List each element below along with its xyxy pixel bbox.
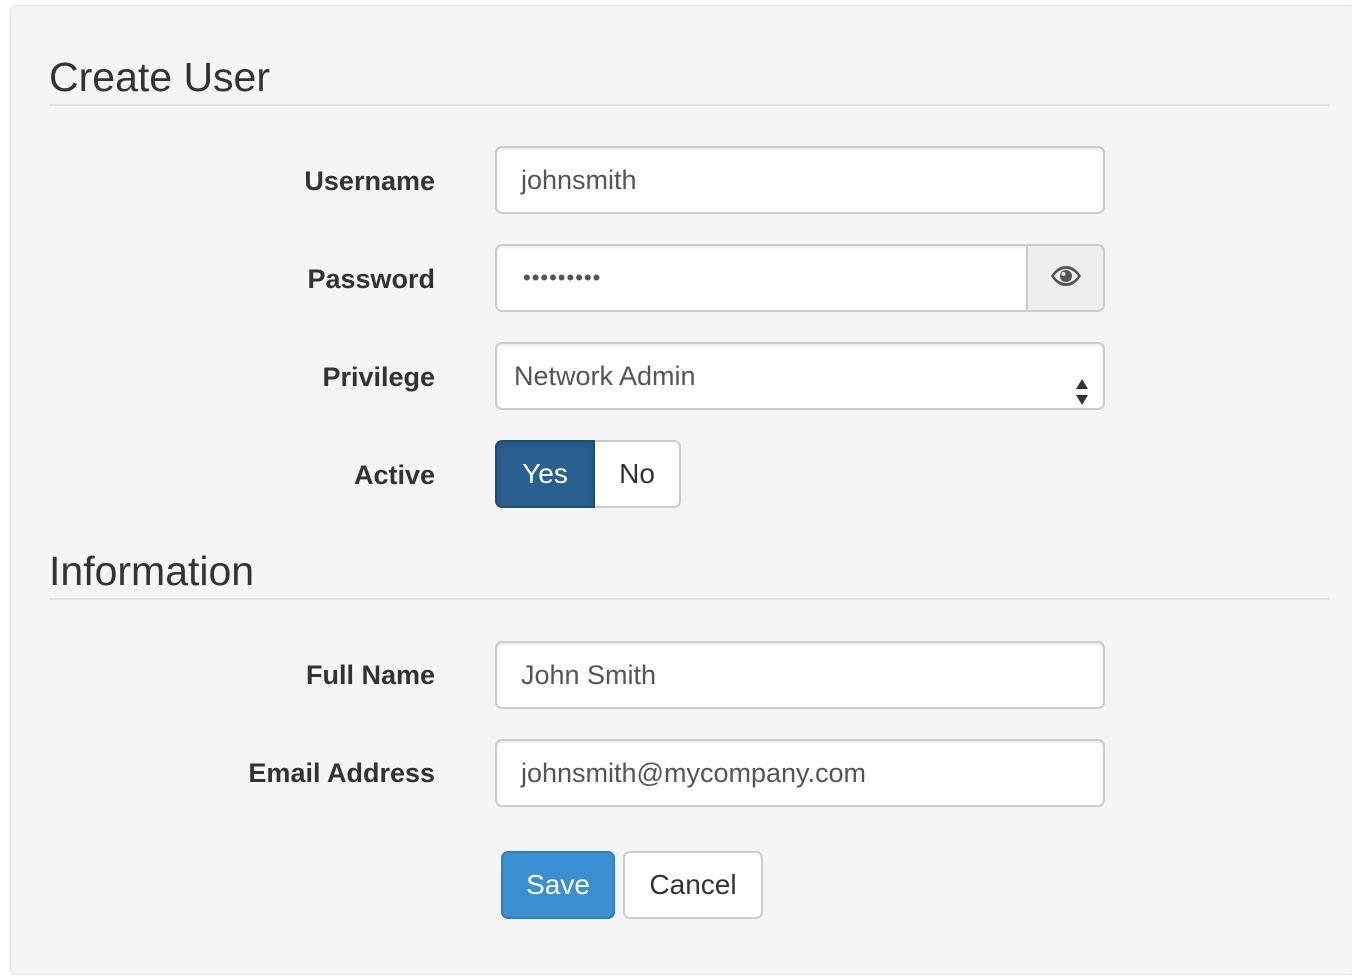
show-password-button[interactable] — [1026, 244, 1105, 312]
section-divider — [49, 598, 1329, 600]
full-name-input[interactable]: John Smith — [495, 641, 1105, 709]
active-no-button[interactable]: No — [595, 440, 681, 508]
email-label: Email Address — [248, 758, 435, 788]
cancel-button[interactable]: Cancel — [623, 851, 763, 919]
active-label: Active — [353, 460, 435, 490]
username-input[interactable]: johnsmith — [495, 146, 1105, 214]
section-title-create-user: Create User — [49, 54, 271, 100]
password-input-group: ••••••••• — [495, 244, 1105, 312]
privilege-select[interactable]: Network Admin — [495, 342, 1105, 410]
eye-icon — [1050, 265, 1082, 292]
section-title-information: Information — [49, 548, 255, 594]
privilege-label: Privilege — [322, 362, 435, 392]
username-label: Username — [304, 166, 435, 196]
section-divider — [49, 104, 1329, 106]
email-input[interactable]: johnsmith@mycompany.com — [495, 739, 1105, 807]
password-input[interactable]: ••••••••• — [495, 244, 1026, 312]
select-arrows-icon — [1075, 364, 1089, 428]
full-name-label: Full Name — [305, 660, 435, 690]
privilege-selected-value: Network Admin — [514, 361, 696, 391]
active-toggle: Yes No — [495, 440, 681, 508]
password-label: Password — [307, 264, 435, 294]
save-button[interactable]: Save — [501, 851, 615, 919]
active-yes-button[interactable]: Yes — [495, 440, 595, 508]
